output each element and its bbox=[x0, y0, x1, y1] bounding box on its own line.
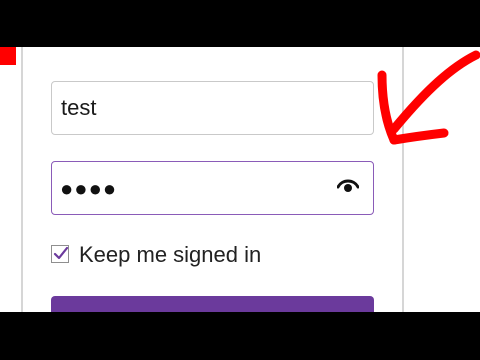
red-annotation-mark bbox=[0, 47, 16, 65]
sign-in-button[interactable] bbox=[51, 296, 374, 312]
username-value: test bbox=[61, 95, 97, 120]
username-field[interactable]: test bbox=[51, 81, 374, 135]
red-arrow-annotation bbox=[377, 50, 480, 145]
eye-icon[interactable] bbox=[336, 178, 360, 194]
password-field[interactable]: ●●●● bbox=[51, 161, 374, 215]
keep-signed-in-label: Keep me signed in bbox=[79, 242, 262, 267]
keep-signed-in-checkbox[interactable] bbox=[51, 245, 69, 263]
password-masked-value: ●●●● bbox=[60, 176, 118, 201]
login-frame: test ●●●● Keep me signed in bbox=[0, 47, 480, 312]
